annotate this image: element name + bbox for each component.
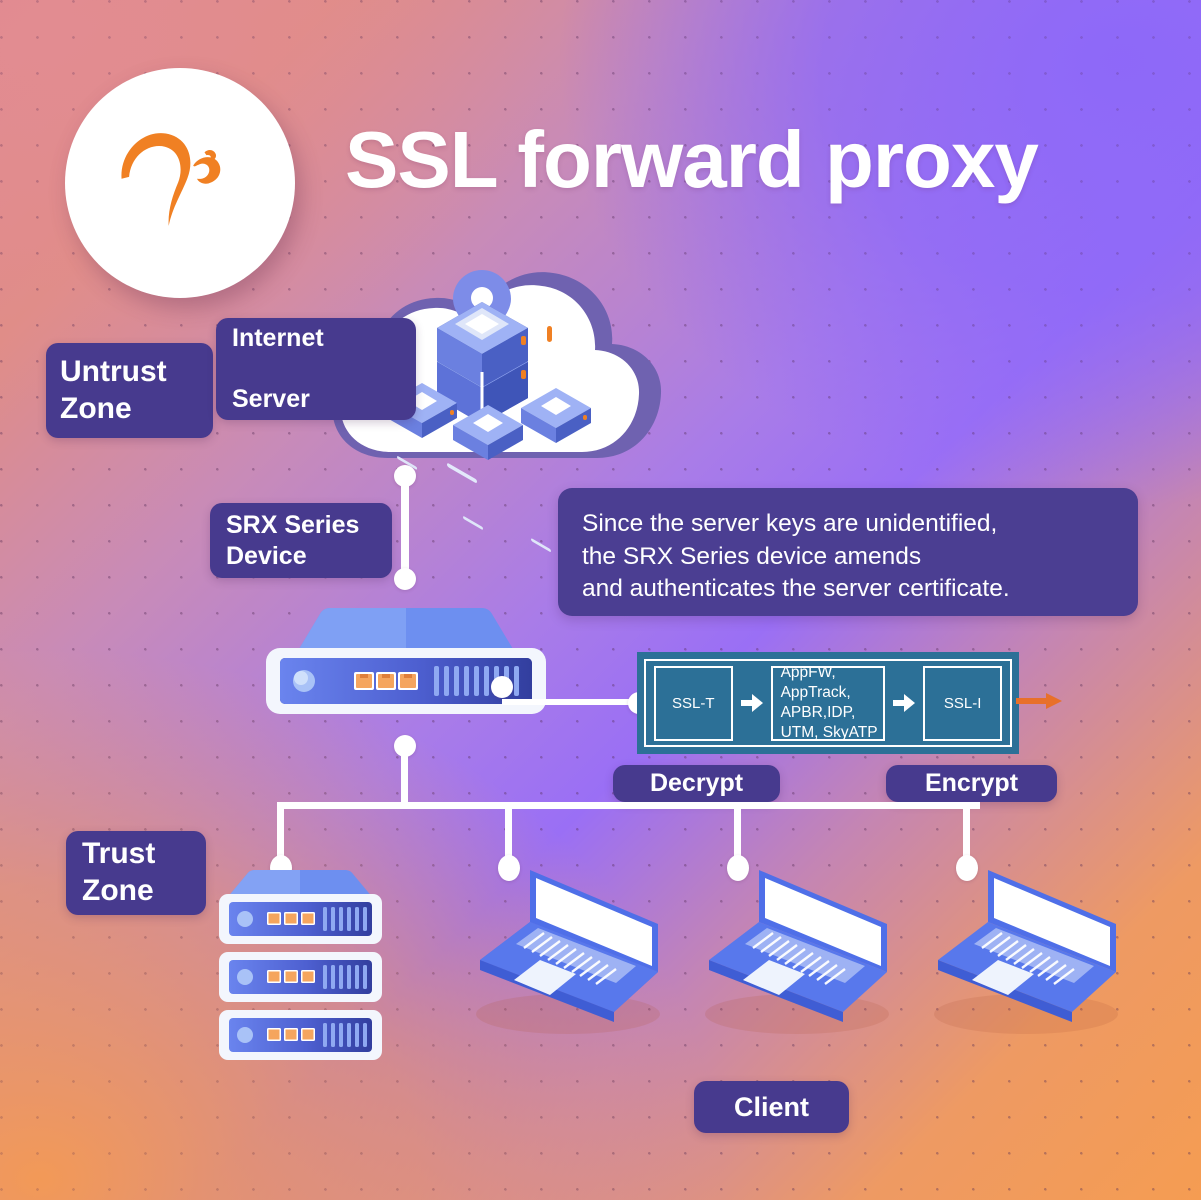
connector-dot-srx-right [491, 676, 513, 698]
ssl-processing-pipeline: SSL-T AppFW, AppTrack, APBR,IDP, UTM, SkyAT… [637, 652, 1019, 754]
label-decrypt: Decrypt [613, 765, 780, 802]
client-laptop-3 [926, 852, 1126, 1037]
connector-drop-server [277, 802, 284, 862]
label-internet-server-text: Internet Server [232, 324, 324, 414]
callout-line-1: Since the server keys are unidentified, [582, 510, 998, 537]
connector-dot-srx-top [394, 568, 416, 590]
pipeline-stage-services: AppFW, AppTrack, APBR,IDP, UTM, SkyATP [770, 664, 886, 741]
label-srx-series-device-text: SRX Series Device [226, 511, 360, 570]
pipeline-inner-frame: SSL-T AppFW, AppTrack, APBR,IDP, UTM, SkyAT… [644, 659, 1012, 747]
connector-line-cloud-to-srx [401, 476, 409, 580]
callout-line-3: and authenticates the server certificate… [582, 575, 1010, 603]
connector-line-srx-to-pipeline [502, 699, 642, 705]
connector-line-srx-down [401, 750, 408, 806]
client-laptop-2 [697, 852, 897, 1037]
label-srx-series-device: SRX Series Device [210, 503, 392, 578]
arrow-right-icon-2 [891, 692, 917, 714]
trust-zone-server-stack [205, 866, 390, 1061]
label-untrust-zone-text: Untrust Zone [60, 354, 167, 425]
arrow-right-icon [739, 692, 765, 714]
label-client: Client [694, 1081, 849, 1133]
connector-bus-horizontal [277, 802, 980, 809]
juniper-networks-logo [65, 68, 295, 298]
pipeline-stage-ssl-i: SSL-I [923, 665, 1002, 741]
diagram-stage: SSL forward proxy Untrust Zone Internet Se… [0, 0, 1201, 1200]
pipeline-services-text: AppFW, AppTrack, APBR,IDP, UTM, SkyATP [780, 664, 878, 741]
label-encrypt: Encrypt [886, 765, 1057, 802]
label-untrust-zone: Untrust Zone [46, 343, 213, 438]
client-laptop-1 [468, 852, 668, 1037]
label-trust-zone-text: Trust Zone [82, 837, 156, 907]
pipeline-exit-arrow-icon [1016, 692, 1062, 710]
callout-line-2: the SRX Series device amends [582, 542, 922, 570]
pipeline-stage-ssl-t: SSL-T [654, 665, 733, 741]
page-title: SSL forward proxy [345, 115, 1039, 204]
callout-server-certificate: Since the server keys are unidentified, … [558, 488, 1138, 616]
label-internet-server: Internet Server [216, 318, 416, 420]
label-trust-zone: Trust Zone [66, 831, 206, 915]
